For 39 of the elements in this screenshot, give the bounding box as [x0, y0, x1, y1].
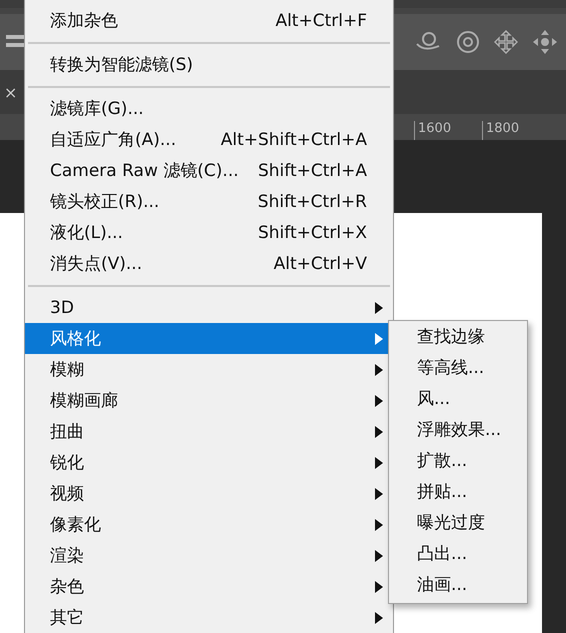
menu-item[interactable]: 镜头校正(R)... Shift+Ctrl+R: [25, 186, 393, 217]
menu-item[interactable]: 浮雕效果...: [389, 414, 527, 445]
shortcut-label: Shift+Ctrl+X: [258, 222, 367, 242]
menu-item[interactable]: 凸出...: [389, 538, 527, 569]
shortcut-label: Alt+Ctrl+V: [274, 254, 367, 274]
submenu-arrow-icon: [375, 364, 383, 376]
menu-item[interactable]: 拼贴...: [389, 476, 527, 507]
submenu-arrow-icon: [375, 394, 383, 406]
submenu-arrow-icon: [375, 612, 383, 624]
menu-item[interactable]: 油画...: [389, 569, 527, 600]
pan-icon[interactable]: [532, 29, 558, 55]
shortcut-label: Alt+Ctrl+F: [275, 10, 367, 30]
submenu-item[interactable]: 3D: [25, 292, 393, 323]
menu-item[interactable]: 扩散...: [389, 445, 527, 476]
submenu-arrow-icon: [375, 580, 383, 592]
menu-item[interactable]: 液化(L)... Shift+Ctrl+X: [25, 217, 393, 248]
submenu-arrow-icon: [375, 550, 383, 562]
menu-item[interactable]: 转换为智能滤镜(S): [25, 49, 393, 80]
menu-item[interactable]: 添加杂色 Alt+Ctrl+F: [25, 5, 393, 36]
submenu-item[interactable]: 其它: [25, 602, 393, 633]
submenu-arrow-icon: [375, 488, 383, 500]
menu-item[interactable]: 消失点(V)... Alt+Ctrl+V: [25, 248, 393, 279]
shortcut-label: Shift+Ctrl+A: [258, 160, 367, 180]
shortcut-label: Shift+Ctrl+R: [258, 192, 367, 212]
menu-item[interactable]: 风...: [389, 383, 527, 414]
submenu-arrow-icon: [375, 518, 383, 530]
submenu-arrow-icon: [375, 332, 383, 344]
rotate-icon[interactable]: [456, 30, 480, 54]
move-icon[interactable]: [494, 30, 518, 54]
submenu-arrow-icon: [375, 302, 383, 314]
submenu-arrow-icon: [375, 456, 383, 468]
submenu-arrow-icon: [375, 426, 383, 438]
menu-item[interactable]: 滤镜库(G)...: [25, 93, 393, 124]
menu-item[interactable]: Camera Raw 滤镜(C)... Shift+Ctrl+A: [25, 155, 393, 186]
shortcut-label: Alt+Shift+Ctrl+A: [220, 130, 367, 150]
menu-item[interactable]: 自适应广角(A)... Alt+Shift+Ctrl+A: [25, 124, 393, 155]
tab-close-button[interactable]: ×: [4, 82, 18, 102]
menu-item[interactable]: 曝光过度: [389, 507, 527, 538]
menu-item[interactable]: 等高线...: [389, 352, 527, 383]
